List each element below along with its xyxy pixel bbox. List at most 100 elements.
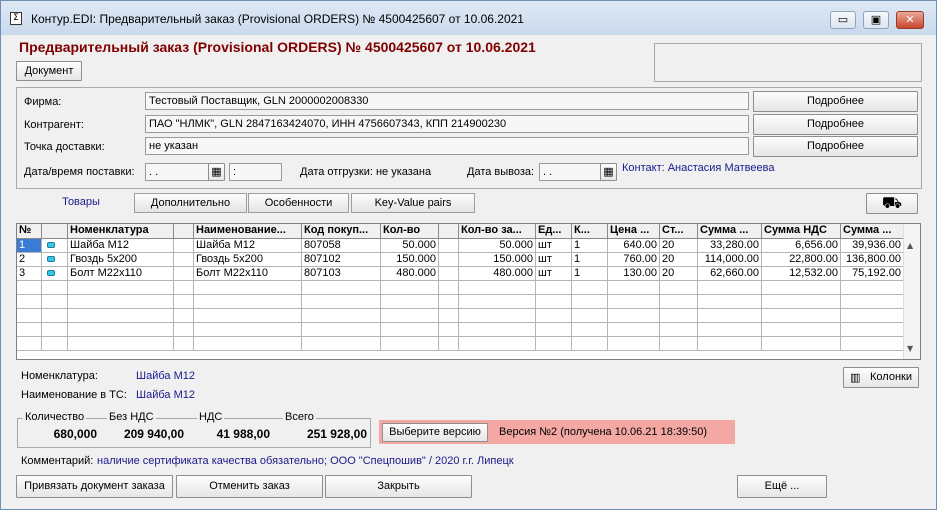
empty-cell[interactable]: [536, 323, 572, 337]
column-header[interactable]: Сумма ...: [841, 224, 904, 239]
empty-cell[interactable]: [68, 337, 174, 351]
empty-cell[interactable]: [42, 281, 68, 295]
empty-cell[interactable]: [698, 295, 762, 309]
empty-cell[interactable]: [608, 281, 660, 295]
table-cell[interactable]: 150.000: [459, 253, 536, 267]
delivery-date-field[interactable]: . .: [145, 163, 209, 181]
column-header[interactable]: [439, 224, 459, 239]
table-cell[interactable]: шт: [536, 267, 572, 281]
empty-cell[interactable]: [194, 323, 302, 337]
table-scrollbar[interactable]: ▲ ▼: [903, 224, 920, 359]
pickup-date-field[interactable]: . .: [539, 163, 601, 181]
column-header[interactable]: №: [17, 224, 42, 239]
empty-cell[interactable]: [762, 295, 841, 309]
table-cell[interactable]: 640.00: [608, 239, 660, 253]
calendar-icon[interactable]: ▦: [600, 163, 617, 181]
table-cell[interactable]: 807103: [302, 267, 381, 281]
table-cell[interactable]: [439, 267, 459, 281]
empty-cell[interactable]: [572, 323, 608, 337]
empty-cell[interactable]: [17, 281, 42, 295]
empty-cell[interactable]: [459, 323, 536, 337]
empty-cell[interactable]: [381, 295, 439, 309]
cancel-order-button[interactable]: Отменить заказ: [176, 475, 323, 498]
empty-cell[interactable]: [42, 295, 68, 309]
column-header[interactable]: Ст...: [660, 224, 698, 239]
empty-cell[interactable]: [381, 323, 439, 337]
table-cell[interactable]: 130.00: [608, 267, 660, 281]
empty-cell[interactable]: [439, 309, 459, 323]
table-cell[interactable]: 114,000.00: [698, 253, 762, 267]
column-header[interactable]: Сумма НДС: [762, 224, 841, 239]
empty-cell[interactable]: [42, 337, 68, 351]
table-cell[interactable]: 807058: [302, 239, 381, 253]
tab-additional[interactable]: Дополнительно: [134, 193, 247, 213]
empty-cell[interactable]: [194, 295, 302, 309]
counterparty-details-button[interactable]: Подробнее: [753, 114, 918, 135]
table-cell[interactable]: [42, 239, 68, 253]
empty-cell[interactable]: [302, 337, 381, 351]
empty-cell[interactable]: [608, 323, 660, 337]
scroll-up-icon[interactable]: ▲: [907, 241, 913, 250]
empty-cell[interactable]: [17, 323, 42, 337]
table-cell[interactable]: Гвоздь 5x200: [68, 253, 174, 267]
calendar-icon[interactable]: ▦: [208, 163, 225, 181]
maximize-button[interactable]: ▣: [863, 11, 889, 29]
empty-cell[interactable]: [68, 323, 174, 337]
table-cell[interactable]: 50.000: [459, 239, 536, 253]
table-cell[interactable]: [174, 267, 194, 281]
column-header[interactable]: Код покуп...: [302, 224, 381, 239]
empty-cell[interactable]: [762, 281, 841, 295]
empty-cell[interactable]: [698, 281, 762, 295]
column-header[interactable]: Сумма ...: [698, 224, 762, 239]
table-cell[interactable]: 33,280.00: [698, 239, 762, 253]
empty-cell[interactable]: [698, 337, 762, 351]
empty-cell[interactable]: [660, 295, 698, 309]
table-cell[interactable]: Шайба М12: [68, 239, 174, 253]
table-cell[interactable]: 20: [660, 239, 698, 253]
column-header[interactable]: [174, 224, 194, 239]
empty-cell[interactable]: [42, 309, 68, 323]
table-cell[interactable]: [439, 253, 459, 267]
delivery-time-field[interactable]: :: [229, 163, 282, 181]
counterparty-field[interactable]: ПАО "НЛМК", GLN 2847163424070, ИНН 47566…: [145, 115, 749, 133]
table-cell[interactable]: 480.000: [381, 267, 439, 281]
column-header[interactable]: [42, 224, 68, 239]
empty-cell[interactable]: [439, 337, 459, 351]
close-button[interactable]: Закрыть: [325, 475, 472, 498]
table-cell[interactable]: [174, 253, 194, 267]
empty-cell[interactable]: [536, 295, 572, 309]
table-cell[interactable]: 1: [572, 267, 608, 281]
empty-cell[interactable]: [174, 337, 194, 351]
goods-table[interactable]: № Номенклатура Наименование... Код покуп...…: [16, 223, 921, 360]
table-cell[interactable]: 20: [660, 253, 698, 267]
empty-cell[interactable]: [174, 309, 194, 323]
table-cell[interactable]: Болт М22x110: [68, 267, 174, 281]
empty-cell[interactable]: [459, 281, 536, 295]
table-cell[interactable]: 20: [660, 267, 698, 281]
empty-cell[interactable]: [68, 295, 174, 309]
table-cell[interactable]: 1: [572, 239, 608, 253]
scroll-down-icon[interactable]: ▼: [907, 344, 913, 353]
empty-cell[interactable]: [841, 309, 904, 323]
close-window-button[interactable]: ✕: [896, 11, 924, 29]
empty-cell[interactable]: [660, 337, 698, 351]
empty-cell[interactable]: [439, 281, 459, 295]
table-cell[interactable]: 12,532.00: [762, 267, 841, 281]
empty-cell[interactable]: [459, 337, 536, 351]
empty-cell[interactable]: [762, 309, 841, 323]
empty-cell[interactable]: [439, 295, 459, 309]
table-cell[interactable]: Гвоздь 5x200: [194, 253, 302, 267]
empty-cell[interactable]: [572, 309, 608, 323]
minimize-button[interactable]: ▭: [830, 11, 856, 29]
empty-cell[interactable]: [841, 323, 904, 337]
empty-cell[interactable]: [194, 281, 302, 295]
tab-key-value-pairs[interactable]: Key-Value pairs: [351, 193, 475, 213]
more-button[interactable]: Ещё ...: [737, 475, 827, 498]
empty-cell[interactable]: [42, 323, 68, 337]
empty-cell[interactable]: [302, 295, 381, 309]
empty-cell[interactable]: [302, 323, 381, 337]
column-header[interactable]: Наименование...: [194, 224, 302, 239]
empty-cell[interactable]: [174, 295, 194, 309]
table-cell[interactable]: [42, 267, 68, 281]
empty-cell[interactable]: [572, 295, 608, 309]
